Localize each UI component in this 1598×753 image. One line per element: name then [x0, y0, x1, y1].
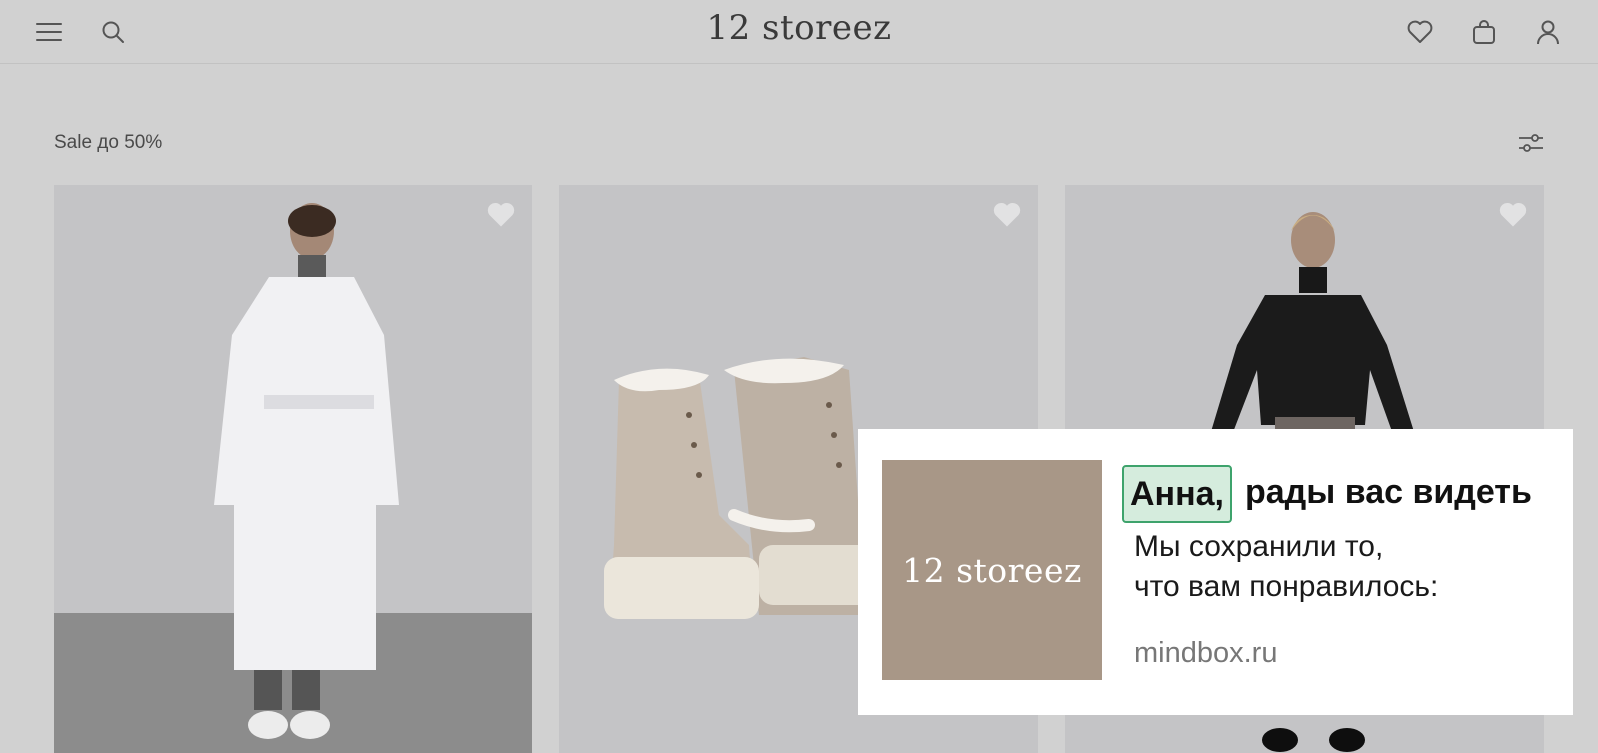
- bag-icon[interactable]: [1468, 16, 1500, 48]
- section-title: Sale до 50%: [54, 132, 163, 153]
- popup-domain[interactable]: mindbox.ru: [1134, 637, 1277, 670]
- popup-brand-logo: 12 storeez: [882, 460, 1102, 680]
- greeting-text: рады вас видеть: [1245, 473, 1532, 511]
- popup-logo-text: 12 storeez: [902, 550, 1082, 590]
- product-card[interactable]: [54, 185, 532, 753]
- site-header: 12 storeez: [0, 0, 1598, 64]
- favorite-heart-icon[interactable]: [486, 201, 516, 231]
- personalized-popup[interactable]: 12 storeez Анна, рады вас видеть Мы сохр…: [858, 429, 1573, 715]
- popup-message-line-2: что вам понравилось:: [1134, 570, 1439, 603]
- popup-message: Мы сохранили то, что вам понравилось:: [1134, 527, 1438, 607]
- heart-icon[interactable]: [1404, 16, 1436, 48]
- site-logo[interactable]: 12 storeez: [0, 8, 1598, 48]
- popup-message-line-1: Мы сохранили то,: [1134, 530, 1384, 563]
- highlighted-name: Анна,: [1122, 465, 1232, 523]
- product-image: [214, 203, 399, 739]
- filter-icon[interactable]: [1516, 128, 1546, 158]
- favorite-heart-icon[interactable]: [992, 201, 1022, 231]
- user-icon[interactable]: [1532, 16, 1564, 48]
- favorite-heart-icon[interactable]: [1498, 201, 1528, 231]
